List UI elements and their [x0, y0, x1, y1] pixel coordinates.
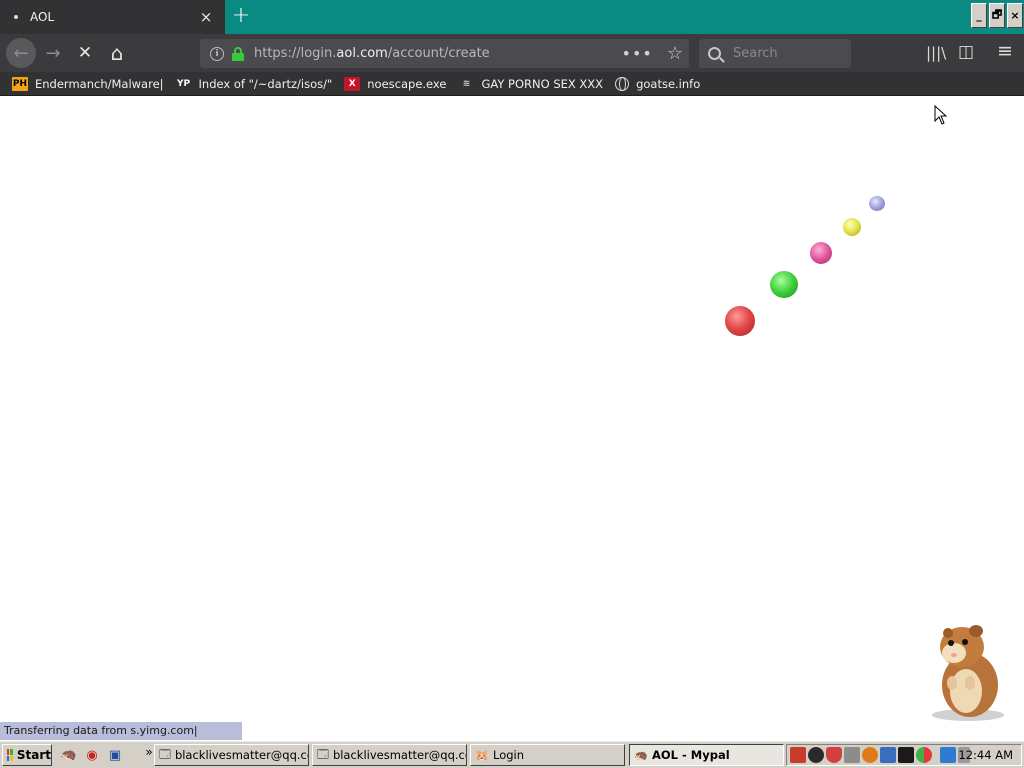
- forward-button[interactable]: →: [38, 39, 68, 67]
- tray-tool-icon[interactable]: [844, 747, 860, 763]
- page-actions-icon[interactable]: •••: [622, 44, 653, 63]
- taskbar-button-login[interactable]: 🐹 Login: [470, 744, 625, 766]
- library-icon[interactable]: |||\: [926, 44, 946, 62]
- stop-button[interactable]: ✕: [70, 39, 100, 67]
- system-tray: 12:44 AM: [786, 744, 1022, 766]
- status-bar: Transferring data from s.yimg.com|: [0, 722, 242, 740]
- tray-monitor-icon[interactable]: [898, 747, 914, 763]
- start-button[interactable]: Start: [2, 744, 52, 766]
- window-controls: _ 🗗 ×: [971, 3, 1023, 28]
- back-button[interactable]: ←: [6, 38, 36, 68]
- restore-button[interactable]: 🗗: [989, 3, 1005, 28]
- search-placeholder: Search: [733, 46, 778, 61]
- mouse-cursor-icon: [934, 105, 948, 125]
- bookmark-goatse[interactable]: goatse.info: [615, 76, 700, 91]
- tab-strip: AOL × + _ 🗗 ×: [0, 0, 1024, 34]
- tray-app-icon[interactable]: [790, 747, 806, 763]
- tray-search-icon[interactable]: [862, 747, 878, 763]
- url-text[interactable]: https://login.aol.com/account/create: [254, 46, 622, 61]
- lilac-ball: [869, 196, 885, 211]
- taskbar: Start 🦔 ◉ ▣ » 🗔 blacklivesmatter@qq.com …: [0, 740, 1024, 768]
- new-tab-button[interactable]: +: [229, 5, 253, 29]
- bookmark-dartz-isos[interactable]: YP Index of "/~dartz/isos/": [176, 77, 332, 91]
- back-arrow-icon: ←: [6, 38, 36, 68]
- taskbar-button-email-1[interactable]: 🗔 blacklivesmatter@qq.com: [154, 744, 309, 766]
- search-input[interactable]: Search: [699, 39, 851, 68]
- tab-title: AOL: [30, 10, 55, 24]
- pink-ball: [810, 242, 832, 264]
- tray-network-icon[interactable]: [880, 747, 896, 763]
- tray-connection-icon[interactable]: [940, 747, 956, 763]
- hamster-icon: 🐹: [475, 748, 489, 762]
- yp-favicon-icon: YP: [176, 78, 191, 89]
- bookmark-endermanch[interactable]: PH Endermanch/Malware|: [12, 76, 164, 91]
- pornhub-favicon-icon: PH: [12, 76, 28, 91]
- quicklaunch-desktop-icon[interactable]: ▣: [106, 746, 124, 764]
- address-bar[interactable]: i https://login.aol.com/account/create •…: [200, 39, 689, 68]
- globe-icon: [615, 76, 630, 91]
- quicklaunch-opera-icon[interactable]: ◉: [83, 746, 101, 764]
- bookmark-star-icon[interactable]: ☆: [667, 43, 683, 64]
- tab-aol[interactable]: AOL ×: [0, 0, 225, 34]
- bookmarks-toolbar: PH Endermanch/Malware| YP Index of "/~da…: [0, 72, 1024, 96]
- tab-loading-icon: [14, 15, 18, 19]
- site-info-icon[interactable]: i: [210, 46, 224, 61]
- x-favicon-icon: X: [344, 76, 361, 91]
- search-icon: [708, 47, 721, 60]
- red-ball: [725, 306, 755, 336]
- clock[interactable]: 12:44 AM: [958, 748, 1013, 762]
- taskbar-button-email-2[interactable]: 🗔 blacklivesmatter@qq.com: [312, 744, 467, 766]
- mypal-icon: 🦔: [634, 748, 648, 762]
- tray-balls-icon[interactable]: [916, 747, 932, 763]
- page-content: Transferring data from s.yimg.com|: [0, 97, 1024, 740]
- navigation-toolbar: ← → ✕ ⌂ i https://login.aol.com/account/…: [0, 34, 1024, 72]
- windows-logo-icon: [7, 749, 13, 761]
- green-ball: [770, 271, 798, 298]
- lock-icon[interactable]: [232, 46, 244, 61]
- bookmark-gay-porno[interactable]: ≋ GAY PORNO SEX XXX: [458, 77, 603, 91]
- close-window-button[interactable]: ×: [1007, 3, 1023, 28]
- window-icon: 🗔: [317, 747, 329, 761]
- tray-shield-icon[interactable]: [826, 747, 842, 763]
- sidebar-icon[interactable]: ◫: [958, 42, 974, 62]
- quicklaunch-mypal-icon[interactable]: 🦔: [60, 746, 78, 764]
- home-button[interactable]: ⌂: [102, 39, 132, 67]
- taskbar-button-aol-mypal[interactable]: 🦔 AOL - Mypal: [629, 744, 784, 766]
- stack-favicon-icon: ≋: [462, 78, 471, 89]
- yellow-ball: [843, 218, 861, 236]
- tab-close-icon[interactable]: ×: [197, 8, 215, 26]
- menu-icon[interactable]: ≡: [997, 40, 1013, 62]
- hamster-assistant-icon[interactable]: [918, 617, 1008, 723]
- tray-eye-icon[interactable]: [808, 747, 824, 763]
- bookmark-noescape[interactable]: X noescape.exe: [344, 76, 446, 91]
- window-icon: 🗔: [159, 747, 171, 761]
- minimize-button[interactable]: _: [971, 3, 987, 28]
